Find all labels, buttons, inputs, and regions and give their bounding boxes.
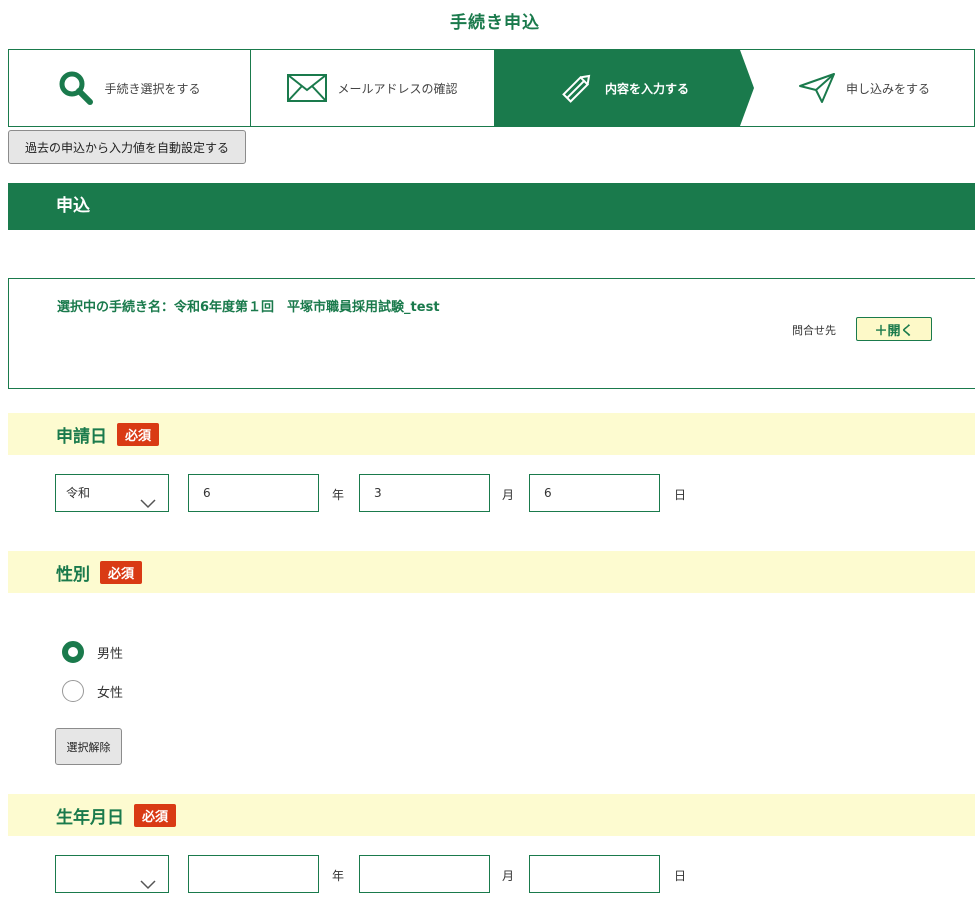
year-input[interactable]	[188, 855, 319, 893]
mail-icon	[287, 74, 328, 102]
page-title: 手続き申込	[450, 13, 540, 33]
step-enter-content[interactable]: 内容を入力する	[494, 50, 754, 126]
day-input[interactable]	[529, 855, 660, 893]
month-input[interactable]	[359, 855, 490, 893]
contact-label: 問合せ先	[792, 324, 836, 337]
month-unit: 月	[502, 488, 515, 502]
day-input[interactable]: 6	[529, 474, 660, 512]
autofill-button[interactable]: 過去の申込から入力値を自動設定する	[8, 130, 246, 164]
step-label: 内容を入力する	[604, 81, 689, 96]
search-icon	[58, 70, 94, 106]
day-unit: 日	[674, 869, 687, 883]
radio-label: 女性	[97, 685, 124, 701]
birth-date-header: 生年月日 必須	[8, 794, 975, 836]
month-unit: 月	[502, 869, 515, 883]
field-label: 申請日	[56, 426, 107, 447]
step-label: 手続き選択をする	[104, 81, 201, 96]
procedure-info-box: 選択中の手続き名：令和6年度第１回 平塚市職員採用試験_test 問合せ先 ＋開…	[8, 278, 975, 389]
step-submit[interactable]: 申し込みをする	[740, 50, 974, 126]
procedure-name: 選択中の手続き名：令和6年度第１回 平塚市職員採用試験_test	[57, 300, 440, 315]
era-select[interactable]: 令和	[55, 474, 169, 512]
year-unit: 年	[332, 488, 345, 502]
year-unit: 年	[332, 869, 345, 883]
required-badge: 必須	[134, 803, 177, 827]
progress-stepper: 手続き選択をする メールアドレスの確認 内容を入力する 申し込みをする	[8, 49, 975, 127]
year-input[interactable]: 6	[188, 474, 319, 512]
step-select-procedure[interactable]: 手続き選択をする	[9, 50, 251, 126]
era-select[interactable]	[55, 855, 169, 893]
step-label: メールアドレスの確認	[337, 81, 458, 96]
gender-header: 性別 必須	[8, 551, 975, 593]
month-input[interactable]: 3	[359, 474, 490, 512]
application-date-header: 申請日 必須	[8, 413, 975, 455]
section-title: 申込	[8, 183, 975, 230]
gender-option-female[interactable]: 女性	[62, 680, 123, 702]
radio-label: 男性	[97, 646, 124, 662]
step-label: 申し込みをする	[845, 81, 930, 96]
field-label: 生年月日	[56, 807, 124, 828]
chevron-down-icon	[140, 868, 156, 904]
required-badge: 必須	[100, 560, 143, 584]
required-badge: 必須	[117, 422, 160, 446]
day-unit: 日	[674, 488, 687, 502]
send-icon	[798, 72, 836, 104]
radio-button-checked[interactable]	[62, 641, 84, 663]
radio-button[interactable]	[62, 680, 84, 702]
open-contact-button[interactable]: ＋開く	[856, 317, 932, 341]
field-label: 性別	[56, 564, 90, 585]
clear-selection-button[interactable]: 選択解除	[55, 728, 122, 765]
pencil-icon	[559, 70, 595, 106]
chevron-down-icon	[140, 487, 156, 523]
gender-option-male[interactable]: 男性	[62, 641, 123, 663]
step-email-confirm[interactable]: メールアドレスの確認	[251, 50, 494, 126]
era-value: 令和	[66, 486, 91, 500]
